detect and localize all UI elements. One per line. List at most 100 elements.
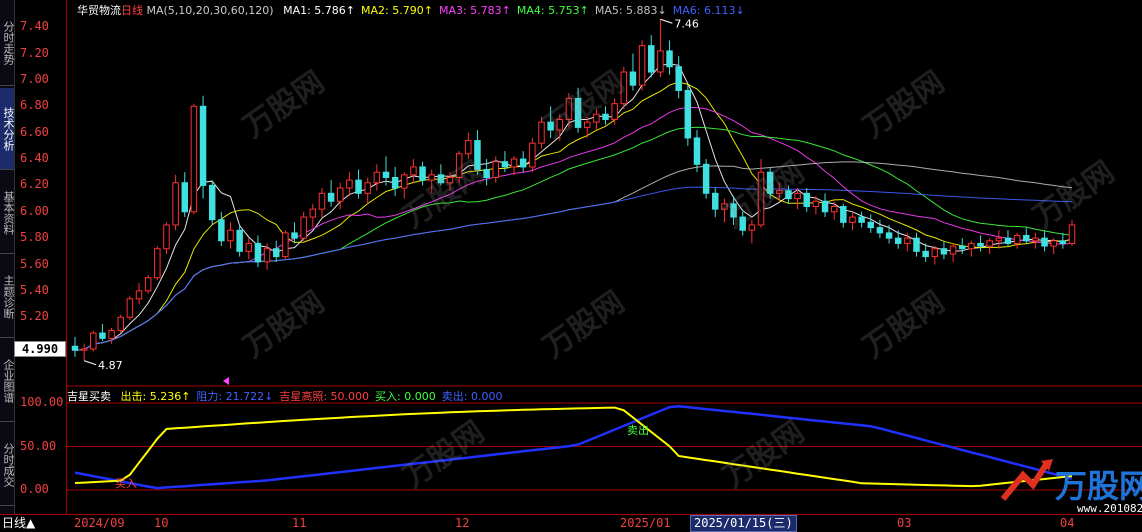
indicator-tick: 0.00 xyxy=(20,482,49,496)
candle-body xyxy=(684,89,692,139)
candle-body xyxy=(163,224,170,250)
indicator-values: 出击: 5.236↑ 阻力: 21.722↓ 吉星高照: 50.000 买入: 0.0… xyxy=(115,390,503,403)
candle-body xyxy=(977,242,984,247)
candle-body xyxy=(309,208,317,218)
price-tick: 7.20 xyxy=(20,45,49,60)
indicator-value-3: 买入: 0.000 xyxy=(375,390,436,403)
ma-value-2: MA2: 5.790↑ xyxy=(361,4,433,17)
indicator-tick: 50.00 xyxy=(20,438,57,453)
candle-body xyxy=(1041,237,1048,247)
candle-body xyxy=(702,163,710,194)
ma-value-1: MA1: 5.786↑ xyxy=(283,4,356,17)
candle-body xyxy=(391,176,399,189)
brand-logo: 万股网 www.201082.com xyxy=(997,455,1142,515)
candle-body xyxy=(821,200,829,213)
candle-body xyxy=(538,121,545,144)
candle-body xyxy=(602,113,609,120)
kline-chart[interactable]: 7.46 4.87 买入 卖出 xyxy=(67,0,1142,514)
candle-body xyxy=(657,50,664,73)
x-tick: 12 xyxy=(455,516,470,530)
ma-line-6 xyxy=(74,186,1073,351)
side-tab-5[interactable]: 分时成交 xyxy=(0,424,15,506)
price-axis: 7.40 7.20 7.00 6.80 6.60 6.40 6.20 6.00 5.80 5.60… xyxy=(14,0,67,514)
candle-body xyxy=(1023,235,1030,242)
candle-body xyxy=(300,216,307,239)
candle-body xyxy=(739,216,746,231)
price-tick: 5.80 xyxy=(20,230,49,245)
candle-body xyxy=(272,248,280,258)
low-marker xyxy=(83,360,97,366)
x-tick: 2024/09 xyxy=(74,516,125,530)
time-axis: 日线▲ 2025/01/15(三) 2024/09 10 11 12 2025/01 03… xyxy=(0,514,1142,532)
candle-body xyxy=(1013,235,1021,244)
price-tick: 6.40 xyxy=(20,151,49,166)
indicator-tick: 100.00 xyxy=(20,395,64,409)
price-tick: 6.80 xyxy=(20,98,49,113)
candle-body xyxy=(583,121,591,128)
price-tick: 7.40 xyxy=(20,19,49,34)
current-price-box: 4.990 xyxy=(14,341,66,357)
period-button[interactable]: 日线▲ xyxy=(0,515,37,531)
candle-body xyxy=(154,248,161,279)
candle-body xyxy=(794,192,801,200)
candle-body xyxy=(327,192,335,202)
x-tick: 11 xyxy=(292,516,307,530)
candle-body xyxy=(940,248,948,255)
high-label: 7.46 xyxy=(674,17,699,30)
candle-body xyxy=(849,216,856,223)
side-tab-3[interactable]: 主题诊断 xyxy=(0,256,15,338)
candle-body xyxy=(99,332,106,339)
indicator-header: 吉星买卖 出击: 5.236↑ 阻力: 21.722↓ 吉星高照: 50.000 买入… xyxy=(67,388,502,404)
candle-body xyxy=(675,66,682,91)
side-tab-2[interactable]: 基本资料 xyxy=(0,172,15,254)
logo-text: 万股网 xyxy=(1055,467,1142,505)
candle-body xyxy=(337,187,344,202)
sell-signal: 卖出 xyxy=(627,423,649,437)
candle-body xyxy=(263,248,271,263)
side-tab-4[interactable]: 企业图谱 xyxy=(0,340,15,422)
side-tab-0[interactable]: 分时走势 xyxy=(0,0,15,86)
candle-body xyxy=(455,153,463,178)
chart-header: 华贸物流日线 MA(5,10,20,30,60,120) MA1: 5.786↑… xyxy=(77,2,745,18)
candle-body xyxy=(108,329,115,339)
candle-body xyxy=(492,161,499,178)
chart-area[interactable]: 7.46 4.87 买入 卖出 华贸物流日线 MA(5,10,20,30,60,120… xyxy=(67,0,1142,515)
candle-body xyxy=(748,224,756,231)
candle-body xyxy=(812,200,820,208)
resist-line xyxy=(74,404,1073,490)
side-tab-1[interactable]: 技术分析 xyxy=(0,88,15,170)
candle-body xyxy=(547,121,554,131)
ma-line-2 xyxy=(74,81,1073,351)
candle-body xyxy=(428,174,435,181)
stock-name: 华贸物流 xyxy=(77,4,121,17)
candle-body xyxy=(410,166,417,176)
candle-body xyxy=(346,179,353,189)
indicator-name: 吉星买卖 xyxy=(67,390,111,403)
candle-body xyxy=(638,45,646,86)
candle-body xyxy=(922,250,929,258)
indicator-value-1: 阻力: 21.722↓ xyxy=(196,390,274,403)
candle-body xyxy=(885,232,893,239)
candle-body xyxy=(721,203,728,210)
candle-body xyxy=(666,50,673,68)
candle-body xyxy=(419,166,426,181)
candle-body xyxy=(181,182,189,213)
candle-body xyxy=(556,118,564,131)
candle-body xyxy=(90,332,97,350)
candle-body xyxy=(1068,224,1076,244)
candle-body xyxy=(245,242,253,252)
left-vertical-tabs: 分时走势技术分析基本资料主题诊断企业图谱分时成交基 xyxy=(0,0,15,531)
selected-date: 2025/01/15(三) xyxy=(690,515,797,532)
candle-body xyxy=(867,221,875,229)
candle-body xyxy=(254,242,262,263)
candle-body xyxy=(968,242,975,250)
candle-body xyxy=(364,182,371,194)
candle-body xyxy=(465,140,472,155)
candle-body xyxy=(858,216,865,223)
price-tick: 5.60 xyxy=(20,256,49,271)
candle-body xyxy=(574,97,582,128)
candle-body xyxy=(894,237,902,244)
x-tick: 2025/01 xyxy=(620,516,671,530)
candle-body xyxy=(565,97,573,120)
candle-body xyxy=(208,184,216,221)
